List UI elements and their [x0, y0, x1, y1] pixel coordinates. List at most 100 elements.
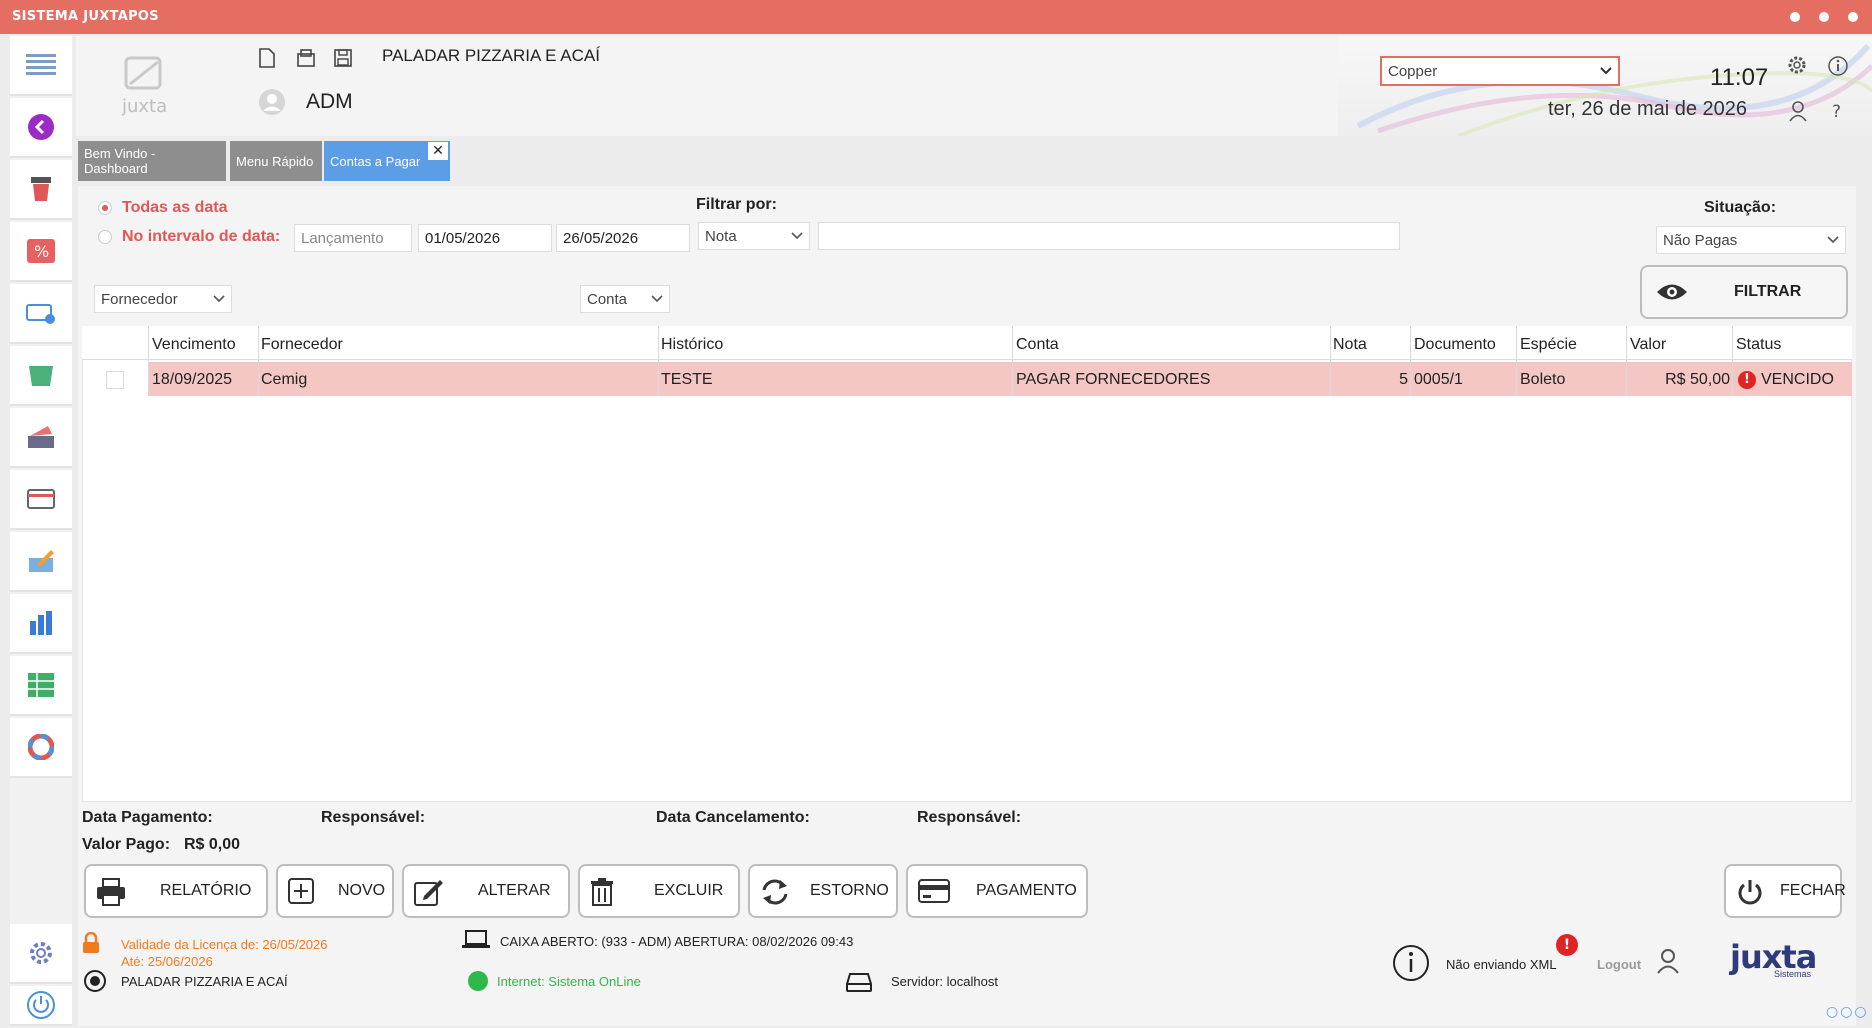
cell-especie: Boleto: [1520, 371, 1566, 388]
open-folder-icon[interactable]: [296, 48, 316, 72]
sidebar-item-support[interactable]: [10, 718, 72, 778]
filter-text-input[interactable]: [818, 222, 1400, 250]
filtrar-label: FILTRAR: [1734, 283, 1802, 300]
sidebar-item-cards[interactable]: [10, 284, 72, 344]
cell-documento: 0005/1: [1414, 371, 1463, 388]
sidebar-item-products[interactable]: [10, 160, 72, 220]
cell-vencimento: 18/09/2025: [152, 371, 233, 388]
sidebar-item-edit[interactable]: [10, 532, 72, 592]
situacao-select[interactable]: Não Pagas: [1656, 226, 1846, 254]
card-add-icon: [26, 304, 55, 324]
license-until: Até: 25/06/2026: [121, 954, 213, 969]
new-file-icon[interactable]: [258, 48, 276, 72]
lock-icon: [82, 931, 100, 958]
chevron-down-icon: [1827, 236, 1839, 244]
xml-alert-badge: !: [1556, 934, 1578, 956]
valor-pago-label: Valor Pago:: [82, 836, 171, 853]
xml-info-icon[interactable]: [1392, 944, 1430, 986]
column-divider: [1516, 326, 1517, 396]
credit-card-icon: [918, 879, 950, 903]
col-historico[interactable]: Histórico: [661, 336, 723, 354]
cell-nota: 5: [1399, 371, 1408, 388]
excluir-button[interactable]: EXCLUIR: [578, 864, 740, 918]
fechar-button[interactable]: FECHAR: [1724, 864, 1846, 918]
col-especie[interactable]: Espécie: [1520, 336, 1577, 354]
more-dots-icon[interactable]: ○○○: [1826, 1004, 1869, 1020]
fornecedor-select[interactable]: Fornecedor: [94, 285, 232, 313]
accounts-table: [82, 326, 1852, 802]
radio-todas-as-data[interactable]: [98, 201, 112, 215]
column-divider: [1732, 326, 1733, 396]
refresh-icon: [762, 879, 788, 905]
radio-intervalo-label: No intervalo de data:: [122, 228, 281, 245]
sidebar-settings-button[interactable]: [10, 924, 72, 984]
alterar-label: ALTERAR: [478, 882, 551, 899]
save-icon[interactable]: [333, 48, 353, 72]
spreadsheet-icon: [28, 673, 54, 697]
maximize-dot-button[interactable]: [1819, 12, 1829, 22]
sidebar-item-spreadsheet[interactable]: [10, 656, 72, 716]
col-vencimento[interactable]: Vencimento: [152, 336, 236, 354]
plus-box-icon: [288, 878, 314, 904]
close-dot-button[interactable]: [1848, 12, 1858, 22]
filter-by-label: Filtrar por:: [696, 196, 777, 213]
eye-icon: [1657, 284, 1687, 300]
sidebar-back-button[interactable]: [10, 98, 72, 158]
relatorio-button[interactable]: RELATÓRIO: [84, 864, 268, 918]
date-from-field[interactable]: 01/05/2026: [418, 224, 552, 252]
column-divider: [1012, 326, 1013, 396]
logout-link[interactable]: Logout: [1597, 957, 1641, 972]
col-conta[interactable]: Conta: [1016, 336, 1059, 354]
sidebar-item-payment[interactable]: [10, 470, 72, 530]
col-status[interactable]: Status: [1736, 336, 1781, 354]
sidebar-power-button[interactable]: [10, 986, 72, 1026]
col-nota[interactable]: Nota: [1333, 336, 1367, 354]
table-row[interactable]: [148, 362, 1852, 396]
filtrar-button[interactable]: FILTRAR: [1640, 265, 1848, 319]
estorno-button[interactable]: ESTORNO: [748, 864, 898, 918]
user-profile-icon[interactable]: [1788, 100, 1808, 126]
conta-select[interactable]: Conta: [580, 285, 670, 313]
internet-status: Internet: Sistema OnLine: [497, 974, 641, 989]
col-documento[interactable]: Documento: [1414, 336, 1496, 354]
close-tab-icon[interactable]: ✕: [428, 142, 448, 160]
server-drive-icon: [845, 972, 873, 996]
caixa-status: CAIXA ABERTO: (933 - ADM) ABERTURA: 08/0…: [500, 934, 854, 949]
date-to-field[interactable]: 26/05/2026: [556, 224, 690, 252]
sidebar-item-discounts[interactable]: %: [10, 222, 72, 282]
theme-select[interactable]: Copper: [1380, 56, 1620, 86]
online-status-icon: [468, 971, 488, 991]
pagamento-button[interactable]: PAGAMENTO: [906, 864, 1088, 918]
tab-dashboard[interactable]: Bem Vindo - Dashboard: [78, 141, 226, 181]
sidebar-item-reports[interactable]: [10, 594, 72, 654]
info-icon[interactable]: [1828, 56, 1848, 80]
tab-menu-rapido[interactable]: Menu Rápido: [230, 141, 322, 181]
row-checkbox[interactable]: [106, 371, 124, 389]
cell-valor: R$ 50,00: [1665, 371, 1730, 388]
logo-text: juxta: [122, 96, 168, 117]
sidebar-item-cash[interactable]: [10, 346, 72, 406]
user-name: ADM: [306, 90, 353, 113]
date-type-field[interactable]: Lançamento: [294, 224, 412, 252]
filter-by-select[interactable]: Nota: [698, 222, 810, 250]
logout-user-icon[interactable]: [1656, 948, 1680, 978]
minimize-dot-button[interactable]: [1790, 12, 1800, 22]
radio-intervalo[interactable]: [98, 230, 112, 244]
settings-gear-icon: [30, 942, 52, 964]
col-fornecedor[interactable]: Fornecedor: [261, 336, 343, 354]
novo-button[interactable]: NOVO: [276, 864, 394, 918]
sidebar-item-register[interactable]: [10, 408, 72, 468]
col-valor[interactable]: Valor: [1630, 336, 1666, 354]
printer-icon: [97, 878, 125, 906]
header: juxta PALADAR PIZZARIA E ACAÍ ADM: [76, 36, 1338, 136]
sidebar-menu-button[interactable]: [10, 36, 72, 96]
fornecedor-value: Fornecedor: [101, 290, 178, 308]
excluir-label: EXCLUIR: [654, 882, 724, 899]
settings-icon[interactable]: [1786, 54, 1808, 80]
company-name: PALADAR PIZZARIA E ACAÍ: [382, 46, 600, 65]
bar-chart-icon: [30, 611, 52, 635]
logo-icon: [124, 56, 162, 90]
relatorio-label: RELATÓRIO: [160, 882, 252, 899]
alterar-button[interactable]: ALTERAR: [402, 864, 570, 918]
help-icon[interactable]: ?: [1832, 102, 1841, 122]
